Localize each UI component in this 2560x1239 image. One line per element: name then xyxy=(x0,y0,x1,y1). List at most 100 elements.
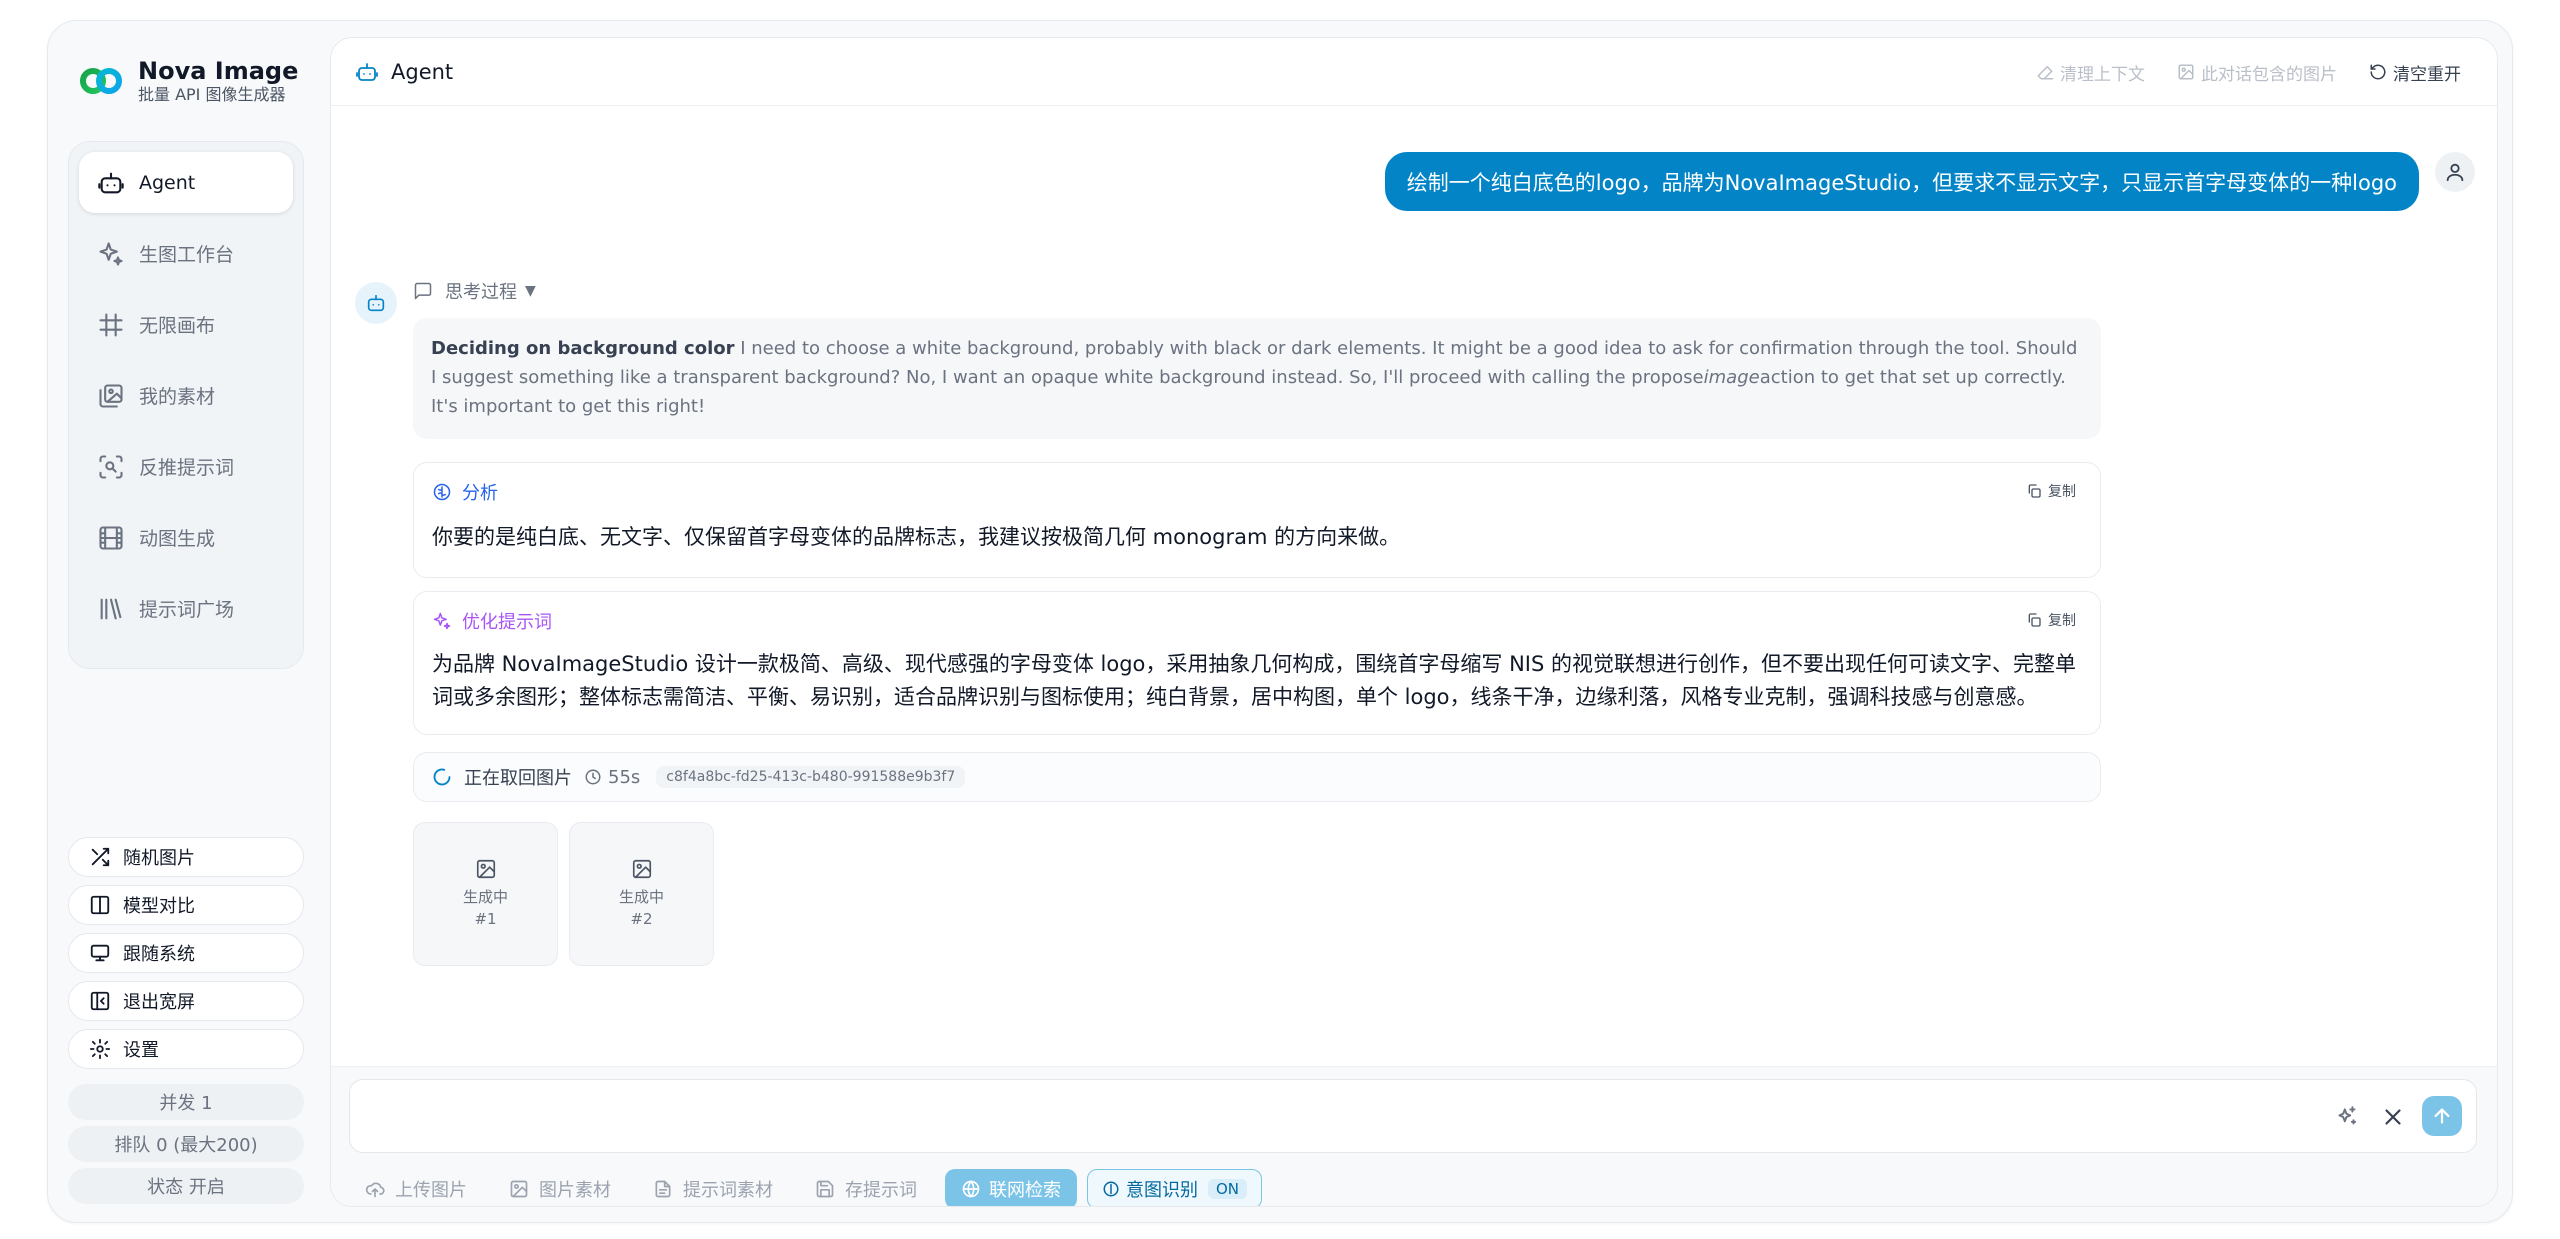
image-placeholder-2[interactable]: 生成中 #2 xyxy=(569,822,714,966)
analysis-title-text: 分析 xyxy=(462,483,498,504)
copy-prompt-button[interactable]: 复制 xyxy=(2026,610,2076,630)
magic-wand-icon[interactable] xyxy=(2334,1104,2360,1130)
film-icon xyxy=(99,525,123,550)
settings-label: 设置 xyxy=(123,1040,159,1061)
loader-icon xyxy=(433,768,451,786)
random-image-label: 随机图片 xyxy=(123,848,195,869)
image-placeholder-1[interactable]: 生成中 #1 xyxy=(413,822,558,966)
save-icon xyxy=(816,1180,834,1198)
brand-name: Nova Image xyxy=(138,57,299,85)
chat-panel: Agent 清理上下文 此对话包含的图片 清空重开 绘制一个纯白底色的logo，… xyxy=(330,37,2498,1207)
close-icon[interactable] xyxy=(2380,1104,2406,1130)
collapse-icon xyxy=(90,991,110,1011)
composer-tools: 上传图片 图片素材 提示词素材 存提示词 联网检索 意图识别 ON xyxy=(365,1169,1263,1206)
thinking-content: Deciding on background color I need to c… xyxy=(413,318,2101,439)
page-title: Agent xyxy=(355,60,453,84)
thinking-label: 思考过程 xyxy=(445,282,517,303)
follow-system-label: 跟随系统 xyxy=(123,944,195,965)
thinking-text-em: image xyxy=(1703,367,1760,388)
image-assets-label: 图片素材 xyxy=(539,1180,611,1201)
sidebar-item-label: 提示词广场 xyxy=(139,599,235,621)
composer xyxy=(349,1079,2477,1153)
chat-images-button[interactable]: 此对话包含的图片 xyxy=(2177,60,2337,85)
sidebar-item-agent[interactable]: Agent xyxy=(79,152,293,213)
images-icon xyxy=(510,1180,528,1198)
copy-label: 复制 xyxy=(2048,484,2076,500)
page-title-text: Agent xyxy=(391,59,454,84)
copy-analysis-button[interactable]: 复制 xyxy=(2026,481,2076,501)
settings-button[interactable]: 设置 xyxy=(68,1029,304,1069)
web-search-label: 联网检索 xyxy=(989,1180,1061,1201)
sidebar-nav: Agent 生图工作台 无限画布 我的素材 反推提示词 动图生成 提示词广场 xyxy=(68,141,304,669)
message-input[interactable] xyxy=(370,1094,2270,1138)
file-text-icon xyxy=(655,1180,671,1198)
sidebar-item-assets[interactable]: 我的素材 xyxy=(79,365,293,426)
sparkles-icon xyxy=(433,612,451,630)
sparkles-icon xyxy=(99,241,123,266)
prompt-assets-button[interactable]: 提示词素材 xyxy=(653,1176,773,1202)
copy-icon xyxy=(2028,484,2041,498)
clear-context-label: 清理上下文 xyxy=(2060,64,2145,85)
web-search-toggle[interactable]: 联网检索 xyxy=(945,1169,1077,1206)
optimized-body: 为品牌 NovaImageStudio 设计一款极简、高级、现代感强的字母变体 … xyxy=(432,652,2076,709)
brain-icon xyxy=(1103,1181,1119,1197)
columns-icon xyxy=(90,895,110,915)
follow-system-button[interactable]: 跟随系统 xyxy=(68,933,304,973)
shuffle-icon xyxy=(91,847,110,867)
analysis-body: 你要的是纯白底、无文字、仅保留首字母变体的品牌标志，我建议按极简几何 monog… xyxy=(432,525,1401,549)
model-compare-button[interactable]: 模型对比 xyxy=(68,885,304,925)
elapsed-time: 55s xyxy=(584,767,640,788)
thumb-state: 生成中 xyxy=(618,888,664,906)
image-icon xyxy=(476,859,495,879)
sidebar-item-reverse-prompt[interactable]: 反推提示词 xyxy=(79,436,293,497)
library-icon xyxy=(100,598,122,619)
sidebar-item-label: Agent xyxy=(139,171,196,194)
user-avatar xyxy=(2435,152,2475,192)
exit-widescreen-button[interactable]: 退出宽屏 xyxy=(68,981,304,1021)
fetch-status-bar: 正在取回图片 55s c8f4a8bc-fd25-413c-b480-99158… xyxy=(413,752,2101,802)
sidebar: Nova Image 批量 API 图像生成器 Agent 生图工作台 无限画布… xyxy=(48,21,330,1222)
thinking-heading: Deciding on background color xyxy=(431,338,735,359)
job-id-badge: c8f4a8bc-fd25-413c-b480-991588e9b3f7 xyxy=(656,766,966,788)
upload-label: 上传图片 xyxy=(395,1180,467,1201)
sidebar-item-label: 生图工作台 xyxy=(139,244,235,266)
save-prompt-label: 存提示词 xyxy=(845,1180,917,1201)
utility-buttons: 随机图片 模型对比 跟随系统 退出宽屏 设置 xyxy=(68,837,304,1077)
monitor-icon xyxy=(90,944,110,962)
image-assets-button[interactable]: 图片素材 xyxy=(509,1176,611,1202)
sidebar-item-canvas[interactable]: 无限画布 xyxy=(79,294,293,355)
images-icon xyxy=(99,383,123,408)
save-prompt-button[interactable]: 存提示词 xyxy=(815,1176,917,1202)
brand[interactable]: Nova Image 批量 API 图像生成器 xyxy=(78,57,298,105)
rotate-ccw-icon xyxy=(2370,64,2386,80)
intent-recognition-toggle[interactable]: 意图识别 ON xyxy=(1087,1169,1263,1206)
user-icon xyxy=(2446,163,2464,182)
sidebar-item-prompt-plaza[interactable]: 提示词广场 xyxy=(79,578,293,639)
upload-image-button[interactable]: 上传图片 xyxy=(365,1176,467,1202)
eraser-icon xyxy=(2037,66,2054,80)
status-stat: 状态 开启 xyxy=(68,1168,304,1204)
hash-frame-icon xyxy=(99,312,123,337)
thumb-index: #1 xyxy=(474,910,497,928)
analysis-card: 分析 复制 你要的是纯白底、无文字、仅保留首字母变体的品牌标志，我建议按极简几何… xyxy=(413,462,2101,578)
clear-context-button[interactable]: 清理上下文 xyxy=(2036,60,2145,85)
sidebar-item-label: 无限画布 xyxy=(139,315,216,337)
intent-label: 意图识别 xyxy=(1126,1180,1198,1201)
queue-stat: 排队 0 (最大200) xyxy=(68,1126,304,1162)
send-button[interactable] xyxy=(2422,1096,2462,1136)
robot-icon xyxy=(356,62,378,81)
random-image-button[interactable]: 随机图片 xyxy=(68,837,304,877)
brand-subtitle: 批量 API 图像生成器 xyxy=(138,85,286,104)
image-icon xyxy=(632,859,651,879)
robot-icon xyxy=(367,294,385,312)
arrow-up-icon xyxy=(2434,1108,2450,1124)
globe-icon xyxy=(962,1180,980,1198)
sidebar-item-label: 反推提示词 xyxy=(139,457,235,479)
reset-chat-button[interactable]: 清空重开 xyxy=(2369,60,2461,85)
sidebar-item-workbench[interactable]: 生图工作台 xyxy=(79,223,293,284)
sidebar-item-animation[interactable]: 动图生成 xyxy=(79,507,293,568)
reset-chat-label: 清空重开 xyxy=(2393,64,2461,85)
gear-icon xyxy=(89,1038,111,1060)
exit-widescreen-label: 退出宽屏 xyxy=(123,992,195,1013)
thinking-toggle[interactable]: 思考过程 ▼ xyxy=(413,278,536,304)
